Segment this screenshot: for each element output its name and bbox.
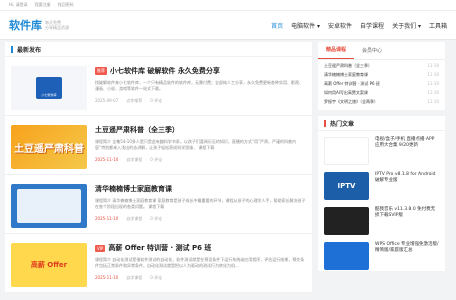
- post-comments: 0 评论: [150, 157, 163, 162]
- hot-thumbnail[interactable]: [324, 242, 369, 270]
- post-item[interactable]: 小七软件库 推荐 小七软件库 破解软件 永久免费分享 找破解软件来小七软件库，一个…: [5, 57, 312, 116]
- sidebar: 精品课程 会员中心 土豆遥严肃科普（全三季） 11-10 清华楠楠博士家庭教育课 1…: [318, 42, 445, 293]
- nav-toolbox[interactable]: 工具箱: [429, 21, 447, 30]
- course-list: 土豆遥严肃科普（全三季） 11-10 清华楠楠博士家庭教育课 11-10 高薪 Of…: [318, 60, 445, 110]
- nav-home[interactable]: 首页: [271, 21, 283, 30]
- list-item[interactable]: 如何用AI写出高赞文案课 11-10: [324, 88, 439, 97]
- post-badge: 推荐: [95, 67, 107, 75]
- hot-articles: 热门文章 电视/盒子/手机 直播点播 APP 应用大合集 9/20更新 IPTV…: [318, 116, 445, 271]
- tab-courses[interactable]: 精品课程: [318, 46, 355, 59]
- forgot-password-link[interactable]: 找回密码: [58, 2, 74, 8]
- top-bar: Hi, 请登录 我要注册 找回密码: [0, 0, 456, 11]
- list-item[interactable]: 高薪 Offer 特训营 · 测试 P6 班 11-10: [324, 79, 439, 88]
- hot-item[interactable]: 电视/盒子/手机 直播点播 APP 应用大合集 9/20更新: [318, 131, 445, 166]
- list-item[interactable]: 罗振宇《文明之旅》（全两季） 11-10: [324, 97, 439, 106]
- post-excerpt: 找破解软件来小七软件库，一个只有精品软件的软件库，无需付费；全部纯人工分享，永久…: [95, 80, 303, 91]
- login-link[interactable]: Hi, 请登录: [9, 2, 28, 8]
- post-category[interactable]: 自学课程: [126, 275, 142, 281]
- post-meta: 2025-11-10 自学课程 0 评论: [95, 216, 306, 222]
- list-item[interactable]: 土豆遥严肃科普（全三季） 11-10: [324, 61, 439, 70]
- post-category[interactable]: 自学课程: [126, 216, 142, 222]
- hot-thumbnail[interactable]: [324, 137, 369, 165]
- register-link[interactable]: 我要注册: [35, 2, 51, 8]
- post-thumbnail[interactable]: 小七软件库: [11, 66, 87, 110]
- hot-thumbnail[interactable]: [324, 207, 369, 235]
- post-date: 2025-09-07: [95, 98, 119, 103]
- tab-member-center[interactable]: 会员中心: [354, 47, 390, 59]
- hot-item-title[interactable]: IPTV Pro v8.1.8 for Android 破解专业版: [375, 172, 439, 184]
- post-thumbnail[interactable]: 高薪 Offer: [11, 243, 87, 287]
- nav-about[interactable]: 关于我们 ▾: [392, 21, 421, 30]
- post-title[interactable]: 清华楠楠博士家庭教育课: [95, 184, 306, 194]
- hot-item[interactable]: 酷我音乐 v11.3.8.0 免付费无损下载SVIP版: [318, 201, 445, 236]
- post-title[interactable]: VIP 高薪 Offer 特训营 · 测试 P6 班: [95, 243, 306, 253]
- post-title[interactable]: 推荐 小七软件库 破解软件 永久免费分享: [95, 66, 306, 76]
- hot-thumbnail[interactable]: IPTV: [324, 172, 369, 200]
- post-date: 2025-11-10: [95, 275, 119, 280]
- logo-tagline: 每天免费 分享精品资源: [45, 20, 69, 30]
- post-title[interactable]: 土豆遥严肃科普（全三季）: [95, 125, 306, 135]
- hot-item[interactable]: WPS Office 专业增强免激活版/精简版/家庭版汇总: [318, 236, 445, 271]
- logo-text: 软件库: [9, 19, 42, 32]
- post-comments: 0 评论: [150, 275, 163, 280]
- list-item[interactable]: 清华楠楠博士家庭教育课 11-10: [324, 70, 439, 79]
- post-comments: 0 评论: [150, 98, 163, 103]
- post-meta: 2025-09-07 点作推荐 0 评论: [95, 98, 306, 104]
- sidebar-tabs: 精品课程 会员中心: [318, 42, 445, 60]
- vip-badge: VIP: [95, 244, 106, 252]
- post-meta: 2025-11-10 自学课程 0 评论: [95, 157, 306, 163]
- post-date: 2025-11-10: [95, 216, 119, 221]
- hot-item[interactable]: IPTV IPTV Pro v8.1.8 for Android 破解专业版: [318, 166, 445, 201]
- latest-posts: 最新发布 小七软件库 推荐 小七软件库 破解软件 永久免费分享 找破解软件来小七软…: [5, 42, 312, 293]
- hot-title: 热门文章: [318, 116, 445, 131]
- hot-item-title[interactable]: WPS Office 专业增强免激活版/精简版/家庭版汇总: [375, 242, 439, 254]
- post-item[interactable]: 清华楠楠博士家庭教育课 课程简介 清华楠楠博士家庭教育课 家庭教育是孩子成长中最…: [5, 175, 312, 234]
- post-category[interactable]: 自学课程: [126, 157, 142, 163]
- post-thumbnail[interactable]: [11, 184, 87, 228]
- nav-courses[interactable]: 自学课程: [360, 21, 384, 30]
- nav-android-software[interactable]: 安卓软件: [328, 21, 352, 30]
- hot-item-title[interactable]: 电视/盒子/手机 直播点播 APP 应用大合集 9/20更新: [375, 137, 439, 149]
- site-logo[interactable]: 软件库 每天免费 分享精品资源: [9, 17, 69, 33]
- post-item[interactable]: 土豆遥严肃科普 土豆遥严肃科普（全三季） 课程简介 全集54-10多人是只是此有…: [5, 116, 312, 175]
- post-category[interactable]: 点作推荐: [126, 98, 142, 104]
- hot-item-title[interactable]: 酷我音乐 v11.3.8.0 免付费无损下载SVIP版: [375, 207, 439, 219]
- post-excerpt: 课程简介 清华楠楠博士家庭教育课 家庭教育是孩子成长中最重要的环节，课程从孩子的…: [95, 198, 306, 209]
- post-date: 2025-11-10: [95, 157, 119, 162]
- nav-pc-software[interactable]: 电脑软件 ▾: [291, 21, 320, 30]
- post-excerpt: 课程简介 自动化测试是指软件测试的自动化，软件测试就是在预设条件下运行系统或应用…: [95, 257, 305, 268]
- post-comments: 0 评论: [150, 216, 163, 221]
- main-nav: 首页 电脑软件 ▾ 安卓软件 自学课程 关于我们 ▾ 工具箱: [271, 21, 447, 30]
- post-item[interactable]: 高薪 Offer VIP 高薪 Offer 特训营 · 测试 P6 班 课程简介 …: [5, 234, 312, 293]
- section-title: 最新发布: [5, 42, 312, 57]
- post-meta: 2025-11-10 自学课程 0 评论: [95, 275, 306, 281]
- post-excerpt: 课程简介 全集54-10多人是只是此有趣科学书条，以孩子们喜闻乐见的知识，直播的…: [95, 139, 297, 150]
- post-thumbnail[interactable]: 土豆遥严肃科普: [11, 125, 87, 169]
- site-header: 软件库 每天免费 分享精品资源 首页 电脑软件 ▾ 安卓软件 自学课程 关于我们 …: [0, 11, 456, 40]
